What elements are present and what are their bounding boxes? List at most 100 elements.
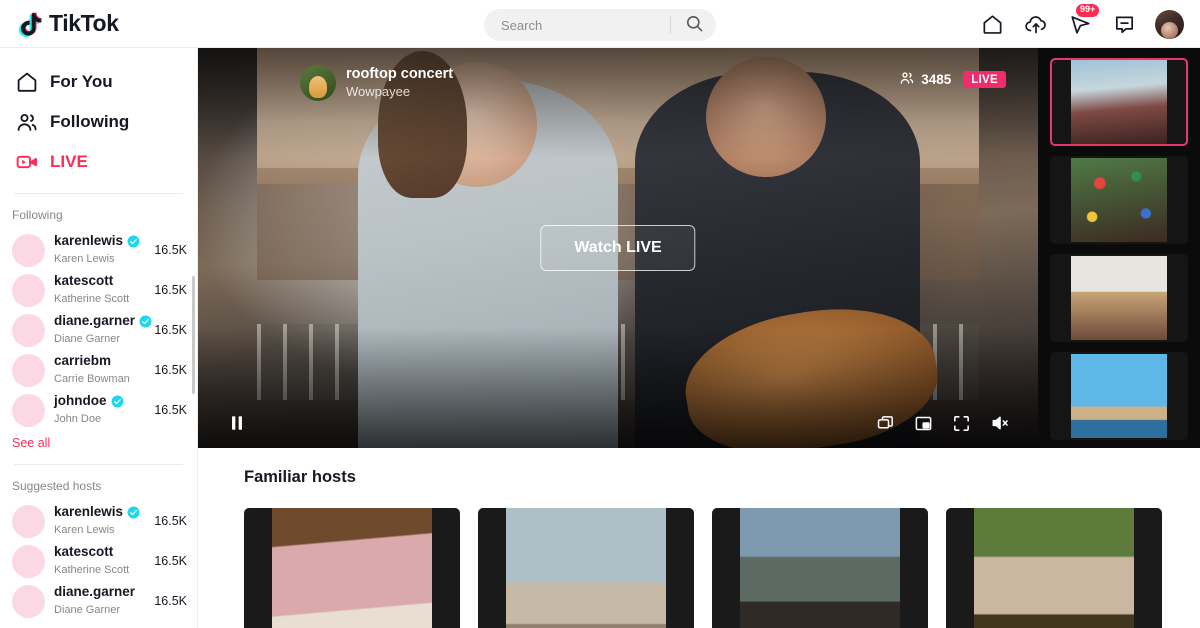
pause-button[interactable] [226, 412, 248, 434]
host-card[interactable]: 6K viewers LIVE [946, 508, 1162, 628]
page-body: For You Following LIVE Following karenle… [0, 48, 1200, 628]
list-item-count: 16.5K [154, 594, 187, 608]
host-card[interactable]: 11.6K viewers LIVE [244, 508, 460, 628]
player-controls [198, 408, 1038, 438]
top-header: TikTok Search 99+ [0, 0, 1200, 48]
list-item[interactable]: karenlewis Karen Lewis 16.5K [0, 501, 197, 541]
list-item[interactable]: karenlewis Karen Lewis 16.5K [0, 230, 197, 270]
host-card[interactable]: 44.5K viewers LIVE [712, 508, 928, 628]
upload-icon[interactable] [1023, 11, 1049, 37]
list-item-username: johndoe [54, 393, 107, 409]
host-card[interactable]: 5.3k viewers LIVE [478, 508, 694, 628]
stream-handle: Wowpayee [346, 84, 411, 100]
list-item[interactable]: katescott Katherine Scott 16.5K [0, 541, 197, 581]
notification-badge: 99+ [1076, 4, 1100, 17]
search-button[interactable] [672, 9, 716, 41]
list-item-username: katescott [54, 273, 114, 289]
list-item-fullname: Katherine Scott [54, 563, 130, 576]
search-icon [685, 14, 704, 36]
tiktok-wordmark: TikTok [49, 10, 119, 36]
list-item-username: carriebm [54, 353, 112, 369]
fullscreen-button[interactable] [952, 414, 971, 433]
sidebar-label-following: Following [50, 112, 130, 131]
sidebar-scrollbar[interactable] [192, 48, 197, 628]
familiar-hosts-section: Familiar hosts 11.6K viewers LIVE 5.3k v… [198, 448, 1200, 628]
verified-icon [127, 235, 140, 247]
tiktok-note-icon [18, 10, 44, 38]
sidebar-item-for-you[interactable]: For You [0, 62, 197, 102]
search-input[interactable] [501, 17, 651, 33]
list-item-fullname: Katherine Scott [54, 292, 130, 305]
send-icon[interactable]: 99+ [1067, 4, 1100, 37]
thumbnail-4[interactable] [1050, 352, 1188, 440]
search-divider [670, 16, 671, 34]
mute-button[interactable] [990, 413, 1010, 433]
host-avatar[interactable] [300, 65, 336, 101]
list-item-fullname: Carrie Bowman [54, 372, 130, 385]
list-item[interactable]: carriebm Carrie Bowman 16.5K [0, 350, 197, 390]
avatar [12, 584, 45, 618]
tiktok-live-page: TikTok Search 99+ For You Following LIVE… [0, 0, 1200, 628]
verified-icon [127, 506, 140, 518]
list-item[interactable]: diane.garner Diane Garner 16.5K [0, 310, 197, 350]
list-item-fullname: John Doe [54, 412, 102, 425]
people-icon [14, 109, 40, 135]
suggested-hosts-title: Suggested hosts [12, 479, 102, 493]
live-video-player[interactable]: rooftop concert Wowpayee 3485 LIVE Watch… [198, 48, 1038, 448]
stream-header[interactable]: rooftop concert Wowpayee [300, 65, 453, 101]
viewer-count: 3485 [899, 70, 951, 89]
sidebar-scrollbar-thumb[interactable] [192, 276, 195, 394]
search-bar[interactable] [484, 9, 716, 41]
list-item-fullname: Karen Lewis [54, 523, 115, 536]
thumbnail-1[interactable] [1050, 58, 1188, 146]
avatar [12, 504, 45, 538]
avatar [12, 313, 45, 347]
profile-avatar[interactable] [1155, 9, 1184, 39]
player-area: rooftop concert Wowpayee 3485 LIVE Watch… [198, 48, 1200, 448]
list-item-fullname: Karen Lewis [54, 252, 115, 265]
sidebar-item-live[interactable]: LIVE [0, 142, 197, 182]
header-actions: 99+ [979, 0, 1184, 48]
watch-live-button[interactable]: Watch LIVE [540, 225, 696, 271]
thumbnail-rail [1038, 48, 1200, 448]
message-icon[interactable] [1111, 11, 1137, 37]
familiar-hosts-grid: 11.6K viewers LIVE 5.3k viewers LIVE [244, 508, 1200, 628]
stream-stats: 3485 LIVE [899, 70, 1006, 89]
list-item[interactable]: diane.garner Diane Garner 16.5K [0, 581, 197, 621]
list-item[interactable]: johndoe John Doe 16.5K [0, 390, 197, 430]
list-item-username: katescott [54, 544, 114, 560]
main-content: rooftop concert Wowpayee 3485 LIVE Watch… [198, 48, 1200, 628]
list-item-username: karenlewis [54, 504, 124, 520]
thumbnail-2[interactable] [1050, 156, 1188, 244]
avatar [12, 273, 45, 307]
list-item-count: 16.5K [154, 323, 187, 337]
home-icon [14, 69, 40, 95]
avatar [12, 233, 45, 267]
sidebar-label-for-you: For You [50, 72, 113, 91]
tiktok-logo[interactable]: TikTok [18, 10, 119, 38]
list-item-count: 16.5K [154, 243, 187, 257]
list-item-username: diane.garner [54, 313, 136, 329]
see-all-link[interactable]: See all [0, 430, 197, 450]
cast-button[interactable] [876, 414, 895, 433]
list-item-username: karenlewis [54, 233, 124, 249]
verified-icon [139, 315, 152, 327]
list-item-count: 16.5K [154, 363, 187, 377]
list-item[interactable]: katescott Katherine Scott 16.5K [0, 270, 197, 310]
sidebar-item-following[interactable]: Following [0, 102, 197, 142]
familiar-hosts-title: Familiar hosts [244, 468, 356, 486]
following-list: karenlewis Karen Lewis 16.5K katescott K… [0, 230, 197, 430]
avatar [12, 353, 45, 387]
viewer-count-value: 3485 [921, 72, 952, 87]
following-section-title: Following [12, 208, 63, 222]
people-icon [899, 70, 915, 89]
home-icon[interactable] [979, 11, 1005, 37]
avatar [12, 544, 45, 578]
stream-title: rooftop concert [346, 66, 454, 82]
thumbnail-3[interactable] [1050, 254, 1188, 342]
list-item-count: 16.5K [154, 283, 187, 297]
picture-in-picture-button[interactable] [914, 414, 933, 433]
list-item-username: diane.garner [54, 584, 136, 600]
verified-icon [111, 395, 123, 407]
left-sidebar: For You Following LIVE Following karenle… [0, 48, 198, 628]
